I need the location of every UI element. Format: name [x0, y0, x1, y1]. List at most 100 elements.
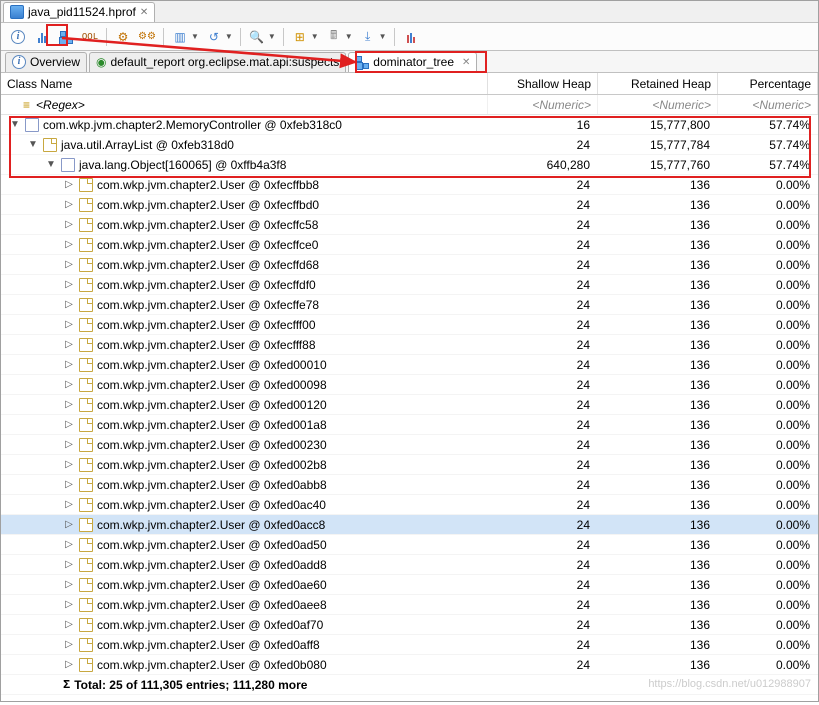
table-row[interactable]: ▷com.wkp.jvm.chapter2.User @ 0xfecfff882… [1, 335, 818, 355]
expand-icon[interactable]: ▷ [63, 499, 75, 510]
table-row[interactable]: ▷com.wkp.jvm.chapter2.User @ 0xfed000102… [1, 355, 818, 375]
group-button[interactable]: ⊞ [289, 26, 311, 48]
column-retained-heap[interactable]: Retained Heap [598, 73, 718, 94]
expand-icon[interactable]: ▷ [63, 199, 75, 210]
expand-icon[interactable]: ▷ [63, 299, 75, 310]
table-row[interactable]: ▼com.wkp.jvm.chapter2.MemoryController @… [1, 115, 818, 135]
row-label: com.wkp.jvm.chapter2.User @ 0xfed0ae60 [97, 578, 327, 592]
filter-retained[interactable]: <Numeric> [598, 95, 718, 114]
expand-icon[interactable]: ▷ [63, 519, 75, 530]
table-row[interactable]: ▷com.wkp.jvm.chapter2.User @ 0xfecffce02… [1, 235, 818, 255]
expand-icon[interactable]: ▼ [27, 139, 39, 150]
expand-icon[interactable]: ▷ [63, 359, 75, 370]
oql-button[interactable]: OQL [79, 26, 101, 48]
expand-icon[interactable]: ▷ [63, 459, 75, 470]
filter-shallow[interactable]: <Numeric> [488, 95, 598, 114]
row-label: java.lang.Object[160065] @ 0xffb4a3f8 [79, 158, 286, 172]
column-class-name[interactable]: Class Name [1, 73, 488, 94]
expand-icon[interactable]: ▷ [63, 379, 75, 390]
dropdown-icon[interactable]: ▼ [225, 32, 233, 41]
expand-icon[interactable]: ▷ [63, 259, 75, 270]
table-row[interactable]: ▷com.wkp.jvm.chapter2.User @ 0xfecffd682… [1, 255, 818, 275]
search-button[interactable]: 🔍 [246, 26, 268, 48]
expand-icon[interactable]: ▷ [63, 639, 75, 650]
query-browser-button[interactable]: ▥ [169, 26, 191, 48]
expand-icon[interactable]: ▷ [63, 439, 75, 450]
expand-icon[interactable]: ▷ [63, 539, 75, 550]
expand-icon[interactable]: ▷ [63, 419, 75, 430]
expand-icon[interactable]: ▷ [63, 659, 75, 670]
table-row[interactable]: ▷com.wkp.jvm.chapter2.User @ 0xfecffdf02… [1, 275, 818, 295]
expand-icon[interactable]: ▷ [63, 239, 75, 250]
table-row[interactable]: ▼java.util.ArrayList @ 0xfeb318d02415,77… [1, 135, 818, 155]
table-row[interactable]: ▷com.wkp.jvm.chapter2.User @ 0xfed000982… [1, 375, 818, 395]
expand-icon[interactable]: ▷ [63, 599, 75, 610]
cell-percentage: 0.00% [718, 438, 818, 452]
table-row[interactable]: ▷com.wkp.jvm.chapter2.User @ 0xfecffe782… [1, 295, 818, 315]
filter-percent[interactable]: <Numeric> [718, 95, 818, 114]
cell-retained-heap: 136 [598, 258, 718, 272]
object-icon [79, 378, 93, 392]
table-row[interactable]: ▷com.wkp.jvm.chapter2.User @ 0xfecffc582… [1, 215, 818, 235]
expand-icon[interactable]: ▷ [63, 279, 75, 290]
expand-icon[interactable]: ▷ [63, 179, 75, 190]
cell-shallow-heap: 24 [488, 538, 598, 552]
row-label: com.wkp.jvm.chapter2.User @ 0xfed00120 [97, 398, 327, 412]
table-row[interactable]: ▷com.wkp.jvm.chapter2.User @ 0xfed0acc82… [1, 515, 818, 535]
expand-icon[interactable]: ▷ [63, 319, 75, 330]
dropdown-icon[interactable]: ▼ [311, 32, 319, 41]
cell-percentage: 0.00% [718, 658, 818, 672]
tab-overview[interactable]: i Overview [5, 52, 87, 72]
table-row[interactable]: ▷com.wkp.jvm.chapter2.User @ 0xfed002b82… [1, 455, 818, 475]
expand-icon[interactable]: ▷ [63, 479, 75, 490]
table-row[interactable]: ▷com.wkp.jvm.chapter2.User @ 0xfed0ae602… [1, 575, 818, 595]
table-row[interactable]: ▷com.wkp.jvm.chapter2.User @ 0xfed001202… [1, 395, 818, 415]
table-row[interactable]: ▷com.wkp.jvm.chapter2.User @ 0xfecffbb82… [1, 175, 818, 195]
table-row[interactable]: ▷com.wkp.jvm.chapter2.User @ 0xfed0abb82… [1, 475, 818, 495]
dominator-tree-button[interactable] [55, 26, 77, 48]
expand-icon[interactable]: ▷ [63, 619, 75, 630]
column-percentage[interactable]: Percentage [718, 73, 818, 94]
expand-icon[interactable]: ▼ [9, 119, 21, 130]
table-row[interactable]: ▷com.wkp.jvm.chapter2.User @ 0xfed002302… [1, 435, 818, 455]
table-row[interactable]: ▷com.wkp.jvm.chapter2.User @ 0xfed0ac402… [1, 495, 818, 515]
expand-icon[interactable]: ▷ [63, 339, 75, 350]
dropdown-icon[interactable]: ▼ [345, 32, 353, 41]
editor-tab[interactable]: java_pid11524.hprof ✕ [3, 2, 155, 22]
tree-body[interactable]: ▼com.wkp.jvm.chapter2.MemoryController @… [1, 115, 818, 705]
table-row[interactable]: ▷com.wkp.jvm.chapter2.User @ 0xfed0aee82… [1, 595, 818, 615]
close-icon[interactable]: ✕ [462, 57, 470, 68]
dropdown-icon[interactable]: ▼ [268, 32, 276, 41]
table-row[interactable]: ▷com.wkp.jvm.chapter2.User @ 0xfecffbd02… [1, 195, 818, 215]
compare-button[interactable] [400, 26, 422, 48]
thread-overview-button[interactable]: ⚙ [112, 26, 134, 48]
table-row[interactable]: ▷com.wkp.jvm.chapter2.User @ 0xfed0add82… [1, 555, 818, 575]
tab-default-report[interactable]: ◉ default_report org.eclipse.mat.api:sus… [89, 52, 346, 72]
info-button[interactable]: i [7, 26, 29, 48]
dropdown-icon[interactable]: ▼ [379, 32, 387, 41]
table-row[interactable]: ▷com.wkp.jvm.chapter2.User @ 0xfed0b0802… [1, 655, 818, 675]
calculate-button[interactable]: 🖩 [323, 26, 345, 48]
expand-icon[interactable]: ▼ [45, 159, 57, 170]
filter-regex[interactable]: ≡ <Regex> [1, 95, 488, 114]
tab-dominator-tree[interactable]: dominator_tree ✕ [348, 52, 477, 72]
expand-icon[interactable]: ▷ [63, 219, 75, 230]
table-row[interactable]: ▷com.wkp.jvm.chapter2.User @ 0xfed0ad502… [1, 535, 818, 555]
export-button[interactable]: ⤓ [357, 26, 379, 48]
histogram-button[interactable] [31, 26, 53, 48]
dropdown-icon[interactable]: ▼ [191, 32, 199, 41]
expand-icon[interactable]: ▷ [63, 559, 75, 570]
run-expert-button[interactable]: ⚙⚙ [136, 26, 158, 48]
table-row[interactable]: ▷com.wkp.jvm.chapter2.User @ 0xfecfff002… [1, 315, 818, 335]
column-shallow-heap[interactable]: Shallow Heap [488, 73, 598, 94]
expand-icon[interactable]: ▷ [63, 399, 75, 410]
object-icon [79, 498, 93, 512]
table-row[interactable]: ▷com.wkp.jvm.chapter2.User @ 0xfed0af702… [1, 615, 818, 635]
table-row[interactable]: ▷com.wkp.jvm.chapter2.User @ 0xfed001a82… [1, 415, 818, 435]
expand-icon[interactable]: ▷ [63, 579, 75, 590]
close-icon[interactable]: ✕ [140, 7, 148, 18]
table-row[interactable]: ▼java.lang.Object[160065] @ 0xffb4a3f864… [1, 155, 818, 175]
table-row[interactable]: ▷com.wkp.jvm.chapter2.User @ 0xfed0aff82… [1, 635, 818, 655]
history-button[interactable]: ↺ [203, 26, 225, 48]
compare-icon [407, 31, 415, 43]
